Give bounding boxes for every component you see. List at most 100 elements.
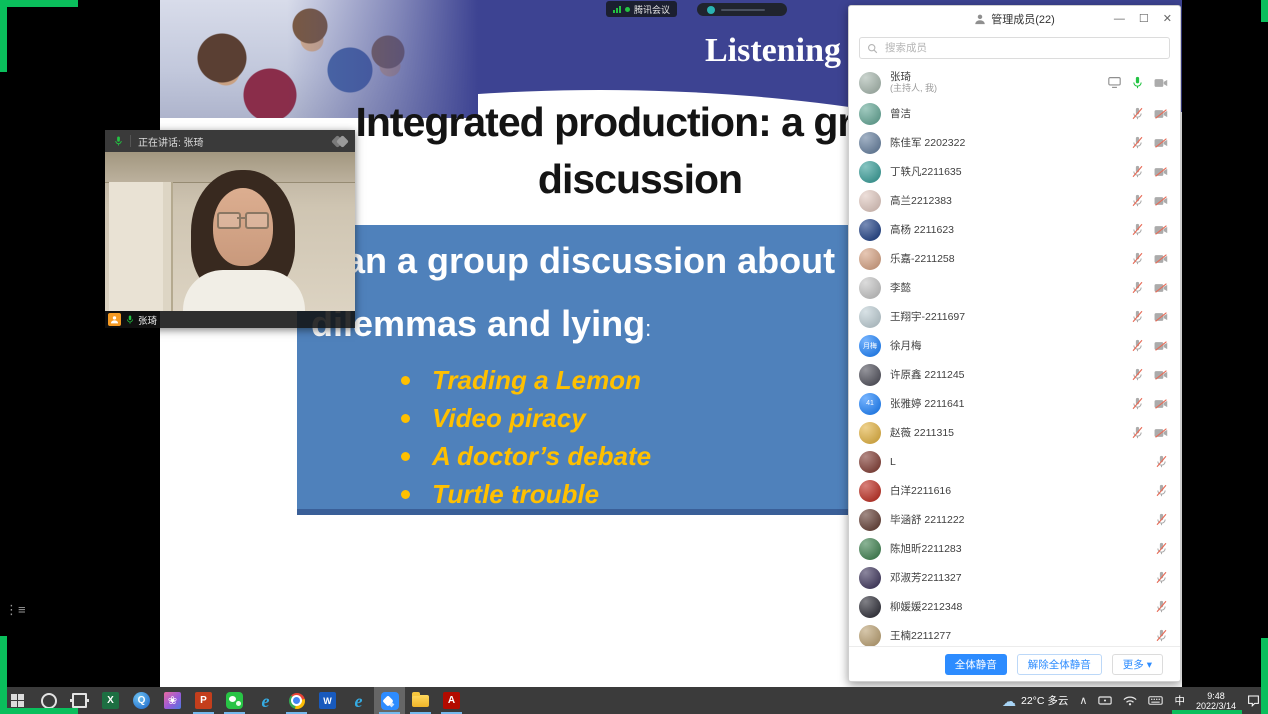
search-input[interactable] [883,41,1162,55]
mic-on-icon [125,314,135,325]
member-row[interactable]: 曾洁 [849,99,1180,128]
chrome-icon[interactable] [281,687,312,714]
member-row[interactable]: 张琦 (主持人, 我) [849,66,1180,99]
camera-off-icon[interactable] [1154,369,1168,381]
share-border-bottom-left-h [0,708,78,714]
slide-bullet: Video piracy [401,399,651,437]
member-row[interactable]: 王翔宇-2211697 [849,302,1180,331]
member-row[interactable]: 邓淑芳2211327 [849,563,1180,592]
share-border-top-left-h [0,0,78,7]
keyboard-icon[interactable] [1148,695,1163,706]
member-row[interactable]: 丁轶凡2211635 [849,157,1180,186]
camera-off-icon[interactable] [1154,253,1168,265]
unmute-all-button[interactable]: 解除全体静音 [1017,654,1102,675]
member-row[interactable]: 高杨 2211623 [849,215,1180,244]
minimize-button[interactable]: — [1114,14,1125,25]
mic-muted-icon[interactable] [1131,310,1144,323]
member-list: 张琦 (主持人, 我) 曾洁 [849,64,1180,647]
camera-off-icon[interactable] [1154,137,1168,149]
weather-widget[interactable]: ☁ 22°C 多云 [1002,693,1068,708]
tencent-meeting-icon[interactable] [374,687,405,714]
more-button[interactable]: 更多 ▾ [1112,654,1163,675]
member-row[interactable]: 陈旭昕2211283 [849,534,1180,563]
mic-muted-icon[interactable] [1131,165,1144,178]
ie-icon[interactable] [250,687,281,714]
clock[interactable]: 9:48 2022/3/14 [1196,691,1236,711]
mic-muted-icon[interactable] [1155,542,1168,555]
action-center-icon[interactable] [1247,694,1260,707]
member-avatar [859,480,881,502]
member-row[interactable]: 陈佳军 2202322 [849,128,1180,157]
member-row[interactable]: L [849,447,1180,476]
camera-icon[interactable] [1154,77,1168,89]
member-avatar [859,306,881,328]
camera-off-icon[interactable] [1154,224,1168,236]
member-row[interactable]: 高兰2212383 [849,186,1180,215]
mic-muted-icon[interactable] [1155,484,1168,497]
hidden-icons-caret[interactable]: ∧ [1079,694,1087,707]
dock-menu-icon[interactable]: ⋮≡ [5,602,26,618]
member-name: 张琦 [890,71,937,83]
mic-muted-icon[interactable] [1131,368,1144,381]
member-row[interactable]: 41 张雅婷 2211641 [849,389,1180,418]
camera-off-icon[interactable] [1154,427,1168,439]
mic-on-icon[interactable] [1131,76,1144,89]
wifi-icon[interactable] [1123,695,1137,706]
member-row[interactable]: 王楠2211277 [849,621,1180,647]
slide-bullet-list: Trading a LemonVideo piracyA doctor’s de… [297,353,651,513]
tray-date: 2022/3/14 [1196,701,1236,711]
member-avatar [859,219,881,241]
powerpoint-icon[interactable] [188,687,219,714]
mic-muted-icon[interactable] [1155,600,1168,613]
video-name-bar: 张琦 [105,311,355,328]
camera-off-icon[interactable] [1154,340,1168,352]
camera-off-icon[interactable] [1154,311,1168,323]
mic-muted-icon[interactable] [1131,223,1144,236]
camera-off-icon[interactable] [1154,398,1168,410]
mic-muted-icon[interactable] [1155,629,1168,642]
mic-muted-icon[interactable] [1131,426,1144,439]
mic-muted-icon[interactable] [1155,455,1168,468]
member-row[interactable]: 乐嘉-2211258 [849,244,1180,273]
member-row[interactable]: 柳媛媛2212348 [849,592,1180,621]
edge-icon[interactable] [343,687,374,714]
wechat-icon[interactable] [219,687,250,714]
mute-all-button[interactable]: 全体静音 [945,654,1007,675]
mic-muted-icon[interactable] [1131,339,1144,352]
camera-off-icon[interactable] [1154,195,1168,207]
member-avatar [859,451,881,473]
mic-muted-icon[interactable] [1131,397,1144,410]
ime-indicator[interactable]: 中 [1174,693,1185,708]
camera-off-icon[interactable] [1154,108,1168,120]
member-row[interactable]: 毕涵舒 2211222 [849,505,1180,534]
mic-muted-icon[interactable] [1131,107,1144,120]
photos-icon[interactable] [157,687,188,714]
weather-text: 22°C 多云 [1021,693,1068,708]
pdf-reader-icon[interactable] [436,687,467,714]
mic-muted-icon[interactable] [1131,281,1144,294]
qq-icon[interactable] [126,687,157,714]
share-border-bottom-right-h [1172,710,1242,714]
mic-muted-icon[interactable] [1131,252,1144,265]
close-button[interactable]: ✕ [1163,14,1172,25]
mic-muted-icon[interactable] [1131,136,1144,149]
camera-off-icon[interactable] [1154,166,1168,178]
word-icon[interactable] [312,687,343,714]
member-row[interactable]: 月梅 徐月梅 [849,331,1180,360]
speaker-video-window[interactable]: 正在讲话: 张琦 张琦 [105,130,355,328]
member-row[interactable]: 李懿 [849,273,1180,302]
member-row[interactable]: 白洋2211616 [849,476,1180,505]
cast-device-icon[interactable] [1098,695,1112,706]
room-door [109,182,173,311]
mic-muted-icon[interactable] [1155,571,1168,584]
mic-muted-icon[interactable] [1131,194,1144,207]
member-row[interactable]: 许原鑫 2211245 [849,360,1180,389]
maximize-button[interactable]: ☐ [1139,14,1149,25]
camera-off-icon[interactable] [1154,282,1168,294]
member-row[interactable]: 赵薇 2211315 [849,418,1180,447]
mic-muted-icon[interactable] [1155,513,1168,526]
floating-toolbar-handle[interactable] [697,3,787,16]
excel-icon[interactable] [95,687,126,714]
file-explorer-icon[interactable] [405,687,436,714]
avatar-initials: 41 [866,400,874,407]
